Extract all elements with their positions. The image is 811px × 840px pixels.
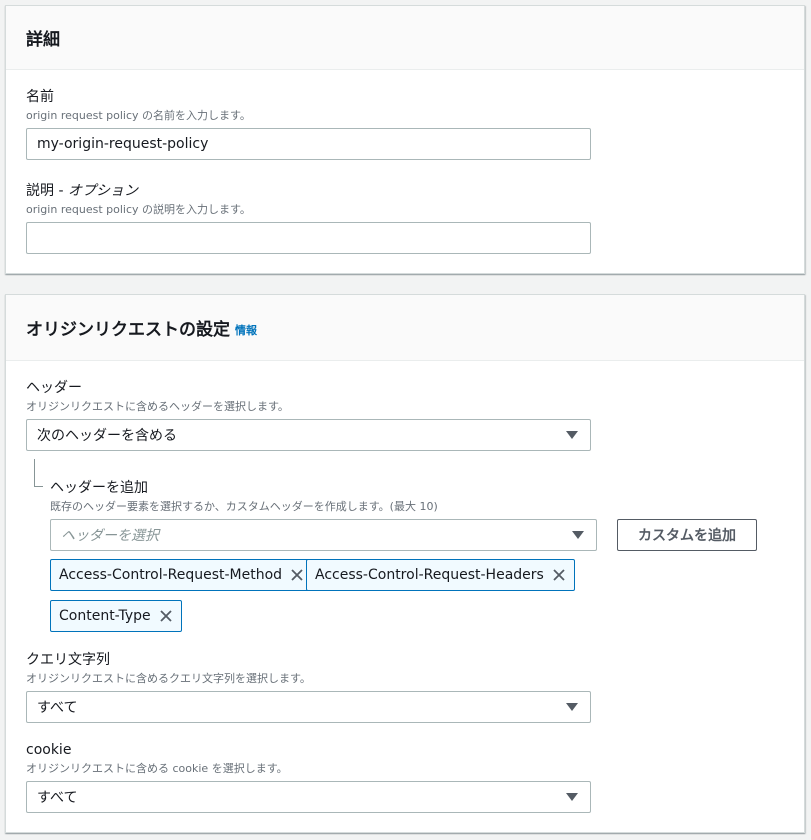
query-strings-select[interactable]: すべて <box>26 691 591 723</box>
query-strings-description: オリジンリクエストに含めるクエリ文字列を選択します。 <box>26 672 311 685</box>
query-strings-label: クエリ文字列 <box>26 652 110 668</box>
token-content-type: Content-Type <box>50 600 182 632</box>
description-label: 説明 - オプション <box>26 182 138 200</box>
origin-request-settings-panel: オリジンリクエストの設定 情報 ヘッダー オリジンリクエストに含めるヘッダーを選… <box>5 294 805 833</box>
caret-down-icon <box>566 793 578 801</box>
close-icon[interactable] <box>290 568 304 582</box>
add-header-description: 既存のヘッダー要素を選択するか、カスタムヘッダーを作成します。(最大 10) <box>50 500 438 513</box>
details-panel: 詳細 名前 origin request policy の名前を入力します。 m… <box>5 5 805 274</box>
close-icon[interactable] <box>159 609 173 623</box>
query-strings-select-value: すべて <box>37 700 78 716</box>
headers-select[interactable]: 次のヘッダーを含める <box>26 419 591 451</box>
caret-down-icon <box>572 531 584 539</box>
name-description: origin request policy の名前を入力します。 <box>26 109 251 122</box>
header-select-input[interactable]: ヘッダーを選択 <box>50 519 597 551</box>
info-link[interactable]: 情報 <box>235 322 257 338</box>
token-access-control-request-headers: Access-Control-Request-Headers <box>306 559 575 591</box>
description-label-optional: オプション <box>67 183 138 199</box>
add-header-label: ヘッダーを追加 <box>50 480 148 496</box>
cookie-description: オリジンリクエストに含める cookie を選択します。 <box>26 762 288 775</box>
header-select-placeholder: ヘッダーを選択 <box>61 528 159 544</box>
caret-down-icon <box>566 703 578 711</box>
name-input[interactable]: my-origin-request-policy <box>26 128 591 160</box>
token-label: Access-Control-Request-Method <box>59 567 283 583</box>
details-panel-header: 詳細 <box>6 6 804 70</box>
token-access-control-request-method: Access-Control-Request-Method <box>50 559 314 591</box>
description-description: origin request policy の説明を入力します。 <box>26 203 251 216</box>
close-icon[interactable] <box>552 568 566 582</box>
cookie-label: cookie <box>26 742 72 758</box>
name-label: 名前 <box>26 89 54 105</box>
token-label: Access-Control-Request-Headers <box>315 567 544 583</box>
caret-down-icon <box>566 431 578 439</box>
origin-settings-title: オリジンリクエストの設定 <box>26 320 230 340</box>
tree-connector <box>34 459 43 487</box>
cookie-select[interactable]: すべて <box>26 781 591 813</box>
headers-description: オリジンリクエストに含めるヘッダーを選択します。 <box>26 400 289 413</box>
token-label: Content-Type <box>59 608 151 624</box>
headers-select-value: 次のヘッダーを含める <box>37 428 177 444</box>
name-input-value: my-origin-request-policy <box>37 136 209 152</box>
headers-label: ヘッダー <box>26 380 82 396</box>
details-title: 詳細 <box>26 30 60 50</box>
cookie-select-value: すべて <box>37 790 78 806</box>
origin-settings-header: オリジンリクエストの設定 情報 <box>6 295 804 361</box>
description-input[interactable] <box>26 222 591 254</box>
add-custom-button[interactable]: カスタムを追加 <box>617 519 757 551</box>
description-label-text: 説明 - <box>26 183 68 199</box>
